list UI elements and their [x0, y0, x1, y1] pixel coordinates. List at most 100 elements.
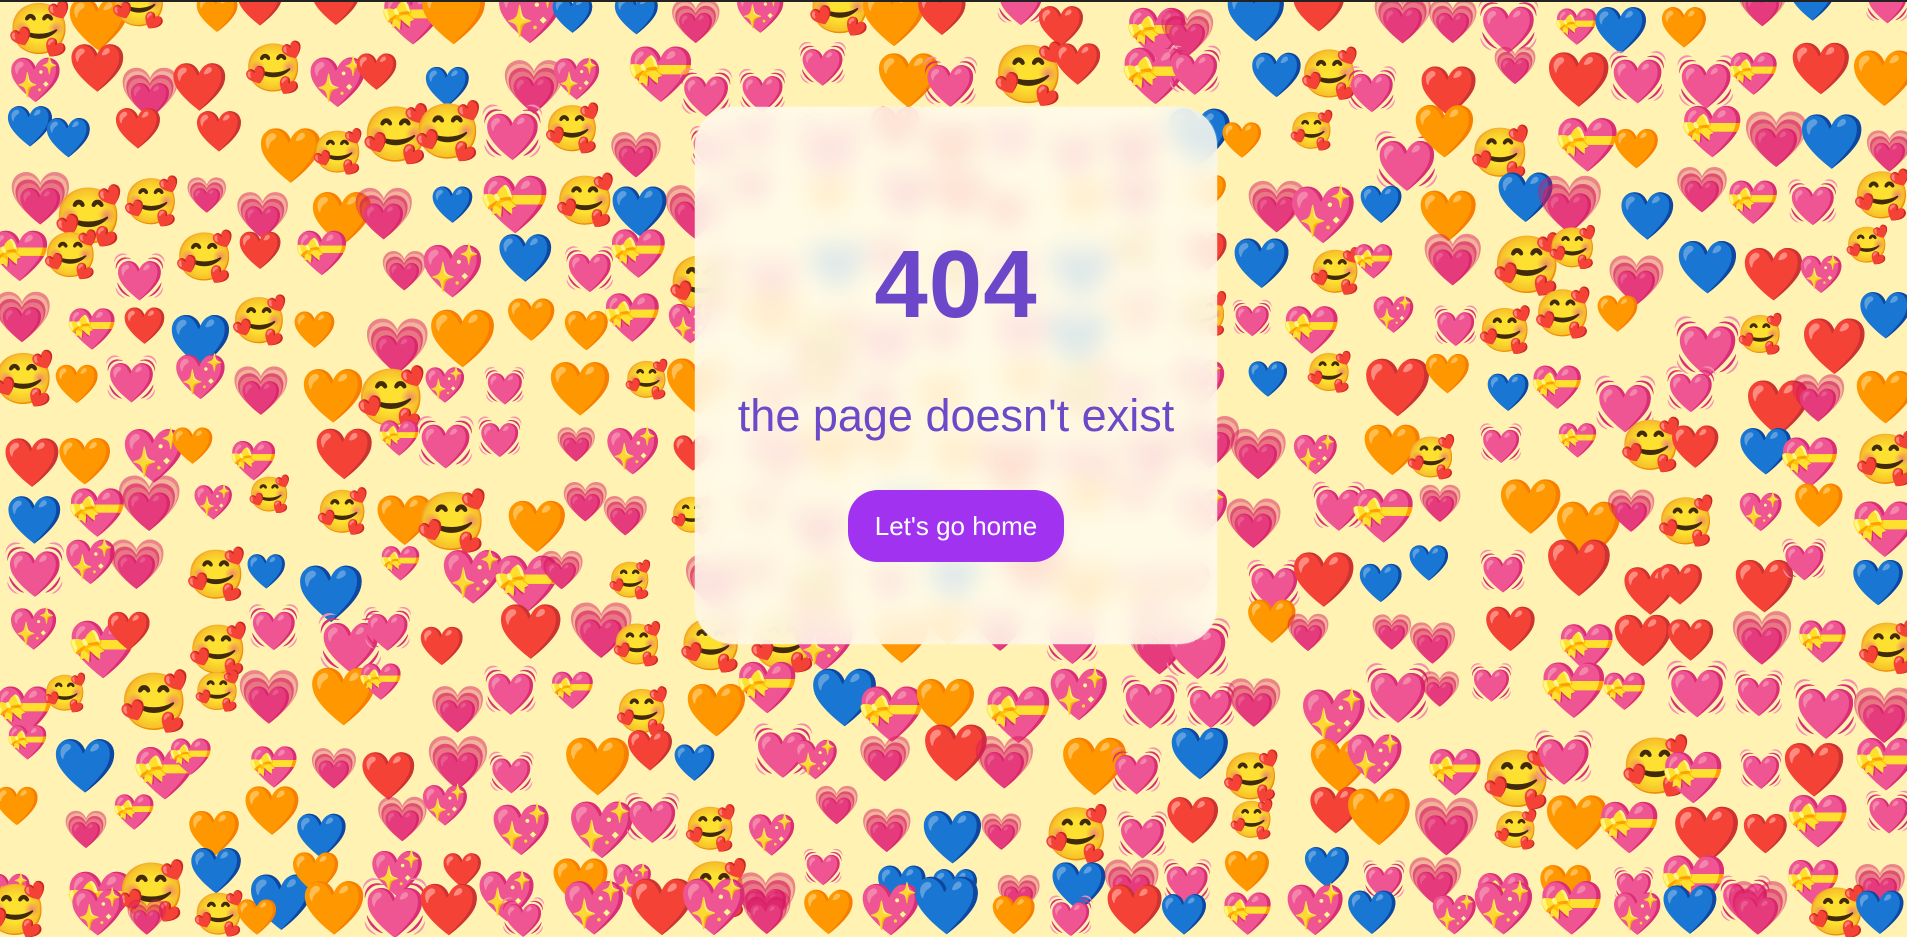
pink-heart-icon: 💗: [115, 472, 184, 534]
blue-heart-icon: 💙: [430, 184, 475, 225]
beating-heart-icon: 💓: [362, 605, 414, 651]
sparkling-heart-icon: 💖: [1288, 183, 1358, 246]
beating-heart-icon: 💓: [480, 103, 545, 161]
orange-heart-icon: 🧡: [1412, 103, 1477, 161]
smiling-face-with-hearts-icon: 🥰: [312, 129, 364, 175]
pink-heart-icon: 💗: [972, 734, 1037, 792]
heart-with-ribbon-icon: 💝: [608, 228, 668, 281]
beating-heart-icon: 💓: [1780, 538, 1829, 581]
sparkling-heart-icon: 💖: [192, 484, 235, 522]
smiling-face-with-hearts-icon: 🥰: [119, 670, 189, 733]
pink-heart-icon: 💗: [1534, 173, 1605, 237]
blue-heart-icon: 💙: [1246, 360, 1290, 399]
blue-heart-icon: 💙: [1853, 889, 1907, 937]
blue-heart-icon: 💙: [1660, 884, 1720, 937]
sparkling-heart-icon: 💖: [791, 739, 840, 782]
pink-heart-icon: 💗: [185, 176, 229, 215]
pink-heart-icon: 💗: [601, 495, 650, 538]
smiling-face-with-hearts-icon: 🥰: [608, 561, 652, 600]
smiling-face-with-hearts-icon: 🥰: [416, 490, 487, 554]
orange-heart-icon: 🧡: [1344, 785, 1414, 848]
pink-heart-icon: 💗: [740, 889, 794, 937]
orange-heart-icon: 🧡: [1612, 128, 1661, 171]
red-heart-icon: ❤️: [1483, 605, 1538, 654]
blue-heart-icon: 💙: [44, 117, 93, 160]
beating-heart-icon: 💓: [3, 540, 67, 597]
orange-heart-icon: 🧡: [1792, 482, 1846, 530]
orange-heart-icon: 🧡: [1853, 369, 1907, 427]
smiling-face-with-hearts-icon: 🥰: [1657, 495, 1715, 547]
smiling-face-with-hearts-icon: 🥰: [1306, 352, 1353, 393]
heart-with-ribbon-icon: 💝: [1796, 618, 1849, 665]
beating-heart-icon: 💓: [1231, 299, 1274, 337]
pink-heart-icon: 💗: [1371, 0, 1435, 46]
orange-heart-icon: 🧡: [547, 360, 613, 419]
smiling-face-with-hearts-icon: 🥰: [231, 295, 288, 346]
beating-heart-icon: 💓: [921, 54, 980, 107]
pink-heart-icon: 💗: [1224, 677, 1284, 730]
pink-heart-icon: 💗: [0, 289, 54, 345]
blue-heart-icon: 💙: [1618, 189, 1677, 242]
orange-heart-icon: 🧡: [1423, 353, 1472, 396]
heart-with-ribbon-icon: 💝: [479, 173, 550, 237]
beating-heart-icon: 💓: [797, 40, 849, 86]
orange-heart-icon: 🧡: [0, 786, 41, 828]
blue-heart-icon: 💙: [672, 742, 717, 783]
smiling-face-with-hearts-icon: 🥰: [1229, 799, 1274, 840]
red-heart-icon: ❤️: [1665, 617, 1717, 663]
beating-heart-icon: 💓: [1532, 728, 1596, 785]
beating-heart-icon: 💓: [482, 663, 540, 715]
red-heart-icon: ❤️: [309, 0, 363, 28]
pink-heart-icon: 💗: [352, 185, 416, 242]
red-heart-icon: ❤️: [497, 602, 565, 662]
beating-heart-icon: 💓: [1469, 661, 1514, 702]
blue-heart-icon: 💙: [920, 809, 985, 867]
beating-heart-icon: 💓: [104, 354, 159, 403]
pink-heart-icon: 💗: [538, 550, 586, 592]
sparkling-heart-icon: 💖: [1471, 880, 1536, 937]
pink-heart-icon: 💗: [1864, 128, 1907, 174]
sparkling-heart-icon: 💖: [423, 366, 467, 405]
orange-heart-icon: 🧡: [56, 435, 114, 487]
smiling-face-with-hearts-icon: 🥰: [1534, 287, 1592, 339]
red-heart-icon: ❤️: [1781, 741, 1847, 800]
heart-with-ribbon-icon: 💝: [602, 292, 662, 345]
beating-heart-icon: 💓: [1115, 810, 1170, 859]
pink-heart-icon: 💗: [1735, 0, 1790, 29]
sparkling-heart-icon: 💖: [734, 0, 787, 35]
smiling-face-with-hearts-icon: 🥰: [0, 882, 47, 937]
heart-with-ribbon-icon: 💝: [1853, 736, 1907, 794]
smiling-face-with-hearts-icon: 🥰: [186, 549, 246, 602]
red-heart-icon: ❤️: [313, 426, 376, 482]
orange-heart-icon: 🧡: [292, 309, 337, 350]
orange-heart-icon: 🧡: [1659, 6, 1709, 50]
orange-heart-icon: 🧡: [53, 364, 101, 406]
red-heart-icon: ❤️: [1741, 813, 1790, 856]
home-button[interactable]: Let's go home: [848, 490, 1064, 562]
smiling-face-with-hearts-icon: 🥰: [555, 175, 615, 228]
red-heart-icon: ❤️: [1290, 550, 1358, 610]
beating-heart-icon: 💓: [737, 67, 789, 113]
pink-heart-icon: 💗: [425, 734, 491, 793]
sparkling-heart-icon: 💖: [679, 875, 749, 937]
sparkling-heart-icon: 💖: [561, 879, 627, 937]
orange-heart-icon: 🧡: [1595, 293, 1640, 334]
beating-heart-icon: 💓: [1476, 0, 1541, 54]
beating-heart-icon: 💓: [1738, 748, 1785, 789]
heart-with-ribbon-icon: 💝: [294, 229, 349, 278]
sparkling-heart-icon: 💖: [1291, 434, 1340, 477]
orange-heart-icon: 🧡: [235, 898, 279, 937]
red-heart-icon: ❤️: [418, 626, 466, 668]
red-heart-icon: ❤️: [68, 41, 127, 94]
red-heart-icon: ❤️: [1789, 40, 1853, 97]
beating-heart-icon: 💓: [1119, 673, 1182, 729]
beating-heart-icon: 💓: [1786, 178, 1840, 226]
pink-heart-icon: 💗: [1426, 0, 1480, 46]
pink-heart-icon: 💗: [813, 785, 861, 827]
smiling-face-with-hearts-icon: 🥰: [1737, 314, 1784, 355]
smiling-face-with-hearts-icon: 🥰: [684, 805, 737, 852]
red-heart-icon: ❤️: [105, 611, 153, 653]
pink-heart-icon: 💗: [1725, 879, 1791, 937]
blue-heart-icon: 💙: [1159, 893, 1209, 937]
red-heart-icon: ❤️: [1164, 794, 1222, 846]
